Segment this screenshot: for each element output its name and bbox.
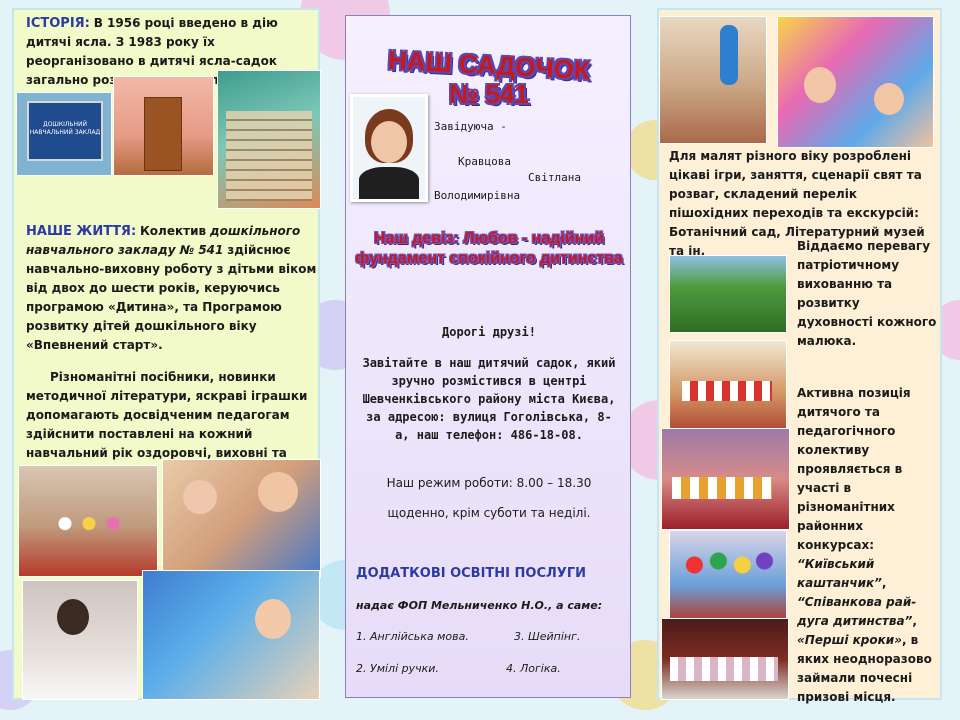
director-label: Завідуюча - [434, 120, 507, 133]
director-name: Світлана [528, 171, 581, 184]
playroom-photo [777, 16, 934, 148]
invite-text: Завітайте в наш дитячий садок, який зруч… [362, 356, 616, 442]
child-face [255, 599, 291, 639]
plaque-text: ДОШКІЛЬНИЙ НАВЧАЛЬНИЙ ЗАКЛАД [29, 121, 101, 136]
performance-photo-1 [669, 340, 787, 430]
performance-photo-2 [661, 428, 790, 530]
garden-photo [669, 255, 787, 333]
hallway-door-photo [113, 76, 214, 176]
boy-playhouse-photo [142, 570, 320, 700]
door [144, 97, 182, 171]
teacher-figure [720, 25, 738, 85]
gym-class-photo [18, 465, 158, 577]
concert-photo [661, 618, 789, 700]
left-panel: ІСТОРІЯ: В 1956 році введено в дію дитяч… [12, 8, 321, 700]
contest-2: “Співанкова рай-дуга дитинства” [797, 595, 917, 628]
patriotic-text: Віддаємо перевагу патріотичному вихованн… [797, 239, 937, 348]
greeting: Дорогі друзі! [442, 325, 536, 339]
motto: Наш девіз: Любов - надійний фундамент сп… [355, 230, 623, 267]
life-intro: Колектив [139, 224, 207, 238]
services-title: ДОДАТКОВІ ОСВІТНІ ПОСЛУГИ [356, 566, 586, 581]
history-label: ІСТОРІЯ: [26, 16, 90, 31]
balloons [680, 545, 776, 585]
life-label: НАШЕ ЖИТТЯ: [26, 224, 137, 239]
plaque: ДОШКІЛЬНИЙ НАВЧАЛЬНИЙ ЗАКЛАД [27, 101, 103, 161]
child-face [57, 599, 89, 635]
middle-panel: НАШ САДОЧОК № 541 Завідуюча - Кравцова С… [345, 15, 631, 698]
director-patronymic: Володимирівна [434, 189, 521, 202]
building-plaque-photo: ДОШКІЛЬНИЙ НАВЧАЛЬНИЙ ЗАКЛАД [16, 92, 112, 176]
director-surname: Кравцова [458, 155, 511, 168]
life-rest: здійснює навчально-виховну роботу з діть… [26, 243, 317, 352]
life-paragraph: НАШЕ ЖИТТЯ: Колектив дошкільного навчаль… [26, 222, 318, 355]
stairs [226, 111, 312, 201]
active-text: Активна позиція дитячого та педагогічног… [797, 386, 911, 552]
hours-text: Наш режим роботи: 8.00 – 18.30 [386, 476, 592, 490]
child-face [258, 472, 298, 512]
service-3: 3. Шейпінг. [514, 630, 581, 643]
child-face [804, 67, 836, 103]
child-figures [49, 506, 129, 550]
services-provider: надає ФОП Мельниченко Н.О., а саме: [356, 599, 603, 612]
portrait-clothes [359, 167, 419, 199]
right-panel: Для малят різного віку розроблені цікаві… [657, 8, 942, 704]
child-face [183, 480, 217, 514]
service-4: 4. Логіка. [506, 662, 561, 675]
active-paragraph: Активна позиція дитячого та педагогічног… [797, 386, 932, 704]
contest-1: “Київський каштанчик” [797, 557, 882, 590]
service-2: 2. Умілі ручки. [356, 662, 439, 675]
staircase-photo [217, 70, 321, 209]
stage-children [670, 657, 778, 681]
contest-3: «Перші кроки» [797, 633, 902, 647]
kids-table-photo [162, 459, 321, 578]
balloons-photo [669, 530, 787, 622]
stage-children [672, 477, 772, 499]
classroom-photo [659, 16, 767, 144]
girl-drawing-photo [22, 580, 138, 700]
service-1: 1. Англійська мова. [356, 630, 469, 643]
director-portrait [350, 94, 428, 202]
portrait-face [371, 121, 407, 163]
stage-children [682, 381, 772, 401]
days-text: щоденно, крім суботи та неділі. [387, 506, 591, 520]
child-face [874, 83, 904, 115]
